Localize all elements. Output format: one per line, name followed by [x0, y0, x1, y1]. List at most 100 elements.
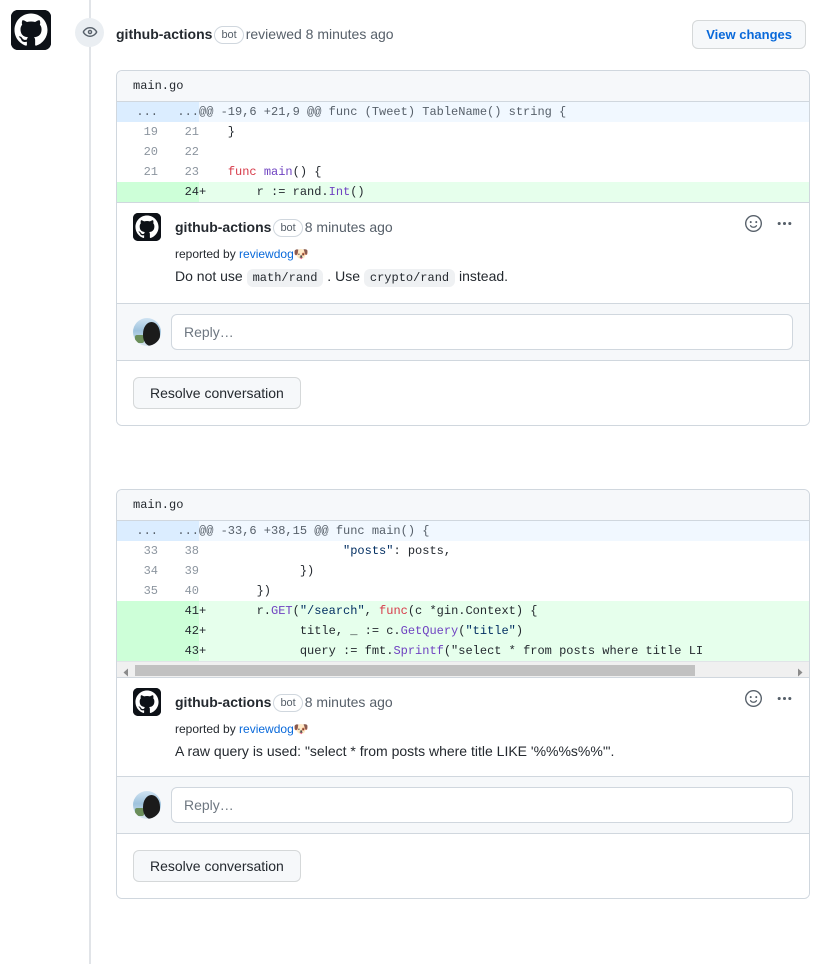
diff-hunk-header-row: ...... @@ -33,6 +38,15 @@ func main() {	[117, 521, 809, 541]
diff-viewer: ...... @@ -33,6 +38,15 @@ func main() {33…	[117, 521, 809, 661]
line-number-old	[117, 601, 158, 621]
reply-row	[117, 776, 809, 833]
comment-actions	[745, 690, 793, 707]
resolve-conversation-button[interactable]: Resolve conversation	[133, 377, 301, 409]
hunk-old-marker: ...	[117, 521, 158, 541]
diff-line-context: 20 22	[117, 142, 809, 162]
timeline-rail	[89, 0, 91, 964]
diff-body: ...... @@ -19,6 +21,9 @@ func (Tweet) Tab…	[117, 102, 809, 202]
bot-badge: bot	[273, 219, 303, 237]
line-number-new: 41	[158, 601, 199, 621]
line-number-new: 23	[158, 162, 199, 182]
line-code: }	[199, 122, 809, 142]
bot-badge: bot	[214, 26, 244, 44]
reported-by-line: reported by reviewdog🐶	[175, 245, 793, 263]
line-number-new: 42	[158, 621, 199, 641]
diff-line-add: 42 + title, _ := c.GetQuery("title")	[117, 621, 809, 641]
smiley-icon[interactable]	[745, 215, 762, 232]
comment-author[interactable]: github-actions	[175, 694, 271, 710]
reply-input[interactable]	[171, 787, 793, 823]
kebab-menu-icon[interactable]	[776, 215, 793, 232]
diff-body: ...... @@ -33,6 +38,15 @@ func main() {33…	[117, 521, 809, 661]
diff-file-name: main.go	[133, 498, 184, 512]
comment-body: reported by reviewdog🐶 Do not use math/r…	[133, 243, 793, 289]
inline-code: math/rand	[246, 269, 324, 287]
reporter-emoji: 🐶	[293, 722, 309, 736]
diff-table: ...... @@ -19,6 +21,9 @@ func (Tweet) Tab…	[117, 102, 809, 202]
diff-line-add: 24 + r := rand.Int()	[117, 182, 809, 202]
reporter-link[interactable]: reviewdog	[239, 722, 294, 736]
comment-body: reported by reviewdog🐶 A raw query is us…	[133, 718, 793, 762]
line-code: + r := rand.Int()	[199, 182, 809, 202]
line-number-old: 20	[117, 142, 158, 162]
avatar[interactable]	[133, 318, 161, 346]
line-number-new: 39	[158, 561, 199, 581]
inline-code: crypto/rand	[363, 269, 456, 287]
diff-line-context: 33 38 "posts": posts,	[117, 541, 809, 561]
github-mark-icon	[133, 213, 161, 241]
line-number-new: 43	[158, 641, 199, 661]
line-number-old	[117, 641, 158, 661]
line-code: + r.GET("/search", func(c *gin.Context) …	[199, 601, 809, 621]
resolve-row: Resolve conversation	[117, 360, 809, 425]
review-actor[interactable]: github-actions	[116, 26, 212, 42]
diff-file-header: main.go	[117, 71, 809, 102]
hunk-new-marker: ...	[158, 102, 199, 122]
line-number-old: 34	[117, 561, 158, 581]
reporter-link[interactable]: reviewdog	[239, 247, 294, 261]
diff-line-context: 34 39 })	[117, 561, 809, 581]
diff-line-context: 21 23 func main() {	[117, 162, 809, 182]
avatar[interactable]	[133, 791, 161, 819]
comment-meta: github-actions bot 8 minutes ago	[175, 692, 393, 712]
reported-by-line: reported by reviewdog🐶	[175, 720, 793, 738]
diff-viewer: ...... @@ -19,6 +21,9 @@ func (Tweet) Tab…	[117, 102, 809, 202]
hunk-old-marker: ...	[117, 102, 158, 122]
comment-timestamp: 8 minutes ago	[304, 219, 393, 235]
line-code: + title, _ := c.GetQuery("title")	[199, 621, 809, 641]
line-code: })	[199, 561, 809, 581]
line-code: "posts": posts,	[199, 541, 809, 561]
line-number-old: 33	[117, 541, 158, 561]
review-comment: github-actions bot 8 minutes ago reporte…	[117, 202, 809, 303]
kebab-menu-icon[interactable]	[776, 690, 793, 707]
comment-header: github-actions bot 8 minutes ago	[133, 211, 793, 243]
review-thread-2: main.go ...... @@ -33,6 +38,15 @@ func ma…	[116, 489, 810, 899]
line-number-new: 24	[158, 182, 199, 202]
scrollbar-thumb[interactable]	[135, 665, 695, 676]
comment-message: Do not use math/rand . Use crypto/rand i…	[175, 268, 509, 287]
comment-author[interactable]: github-actions	[175, 219, 271, 235]
diff-horizontal-scrollbar[interactable]	[117, 661, 809, 677]
line-number-old: 19	[117, 122, 158, 142]
line-code: })	[199, 581, 809, 601]
resolve-row: Resolve conversation	[117, 833, 809, 898]
reported-by-prefix: reported by	[175, 722, 240, 736]
scroll-right-arrow-icon[interactable]	[795, 665, 805, 677]
diff-hunk-header-row: ...... @@ -19,6 +21,9 @@ func (Tweet) Tab…	[117, 102, 809, 122]
diff-file-header: main.go	[117, 490, 809, 521]
smiley-icon[interactable]	[745, 690, 762, 707]
comment-header: github-actions bot 8 minutes ago	[133, 686, 793, 718]
comment-meta: github-actions bot 8 minutes ago	[175, 217, 393, 237]
view-changes-button[interactable]: View changes	[692, 20, 806, 49]
hunk-header-text: @@ -33,6 +38,15 @@ func main() {	[199, 521, 809, 541]
diff-table: ...... @@ -33,6 +38,15 @@ func main() {33…	[117, 521, 809, 661]
line-code: + query := fmt.Sprintf("select * from po…	[199, 641, 809, 661]
line-number-new: 40	[158, 581, 199, 601]
comment-actions	[745, 215, 793, 232]
reply-input[interactable]	[171, 314, 793, 350]
reply-row	[117, 303, 809, 360]
hunk-new-marker: ...	[158, 521, 199, 541]
diff-line-add: 41 + r.GET("/search", func(c *gin.Context…	[117, 601, 809, 621]
reporter-emoji: 🐶	[293, 247, 309, 261]
diff-file-name: main.go	[133, 79, 184, 93]
line-number-old: 35	[117, 581, 158, 601]
review-comment: github-actions bot 8 minutes ago reporte…	[117, 677, 809, 776]
diff-line-context: 35 40 })	[117, 581, 809, 601]
github-mark-icon	[133, 688, 161, 716]
line-code: func main() {	[199, 162, 809, 182]
resolve-conversation-button[interactable]: Resolve conversation	[133, 850, 301, 882]
diff-line-add: 43 + query := fmt.Sprintf("select * from …	[117, 641, 809, 661]
scroll-left-arrow-icon[interactable]	[121, 665, 131, 677]
line-code	[199, 142, 809, 162]
line-number-old	[117, 182, 158, 202]
